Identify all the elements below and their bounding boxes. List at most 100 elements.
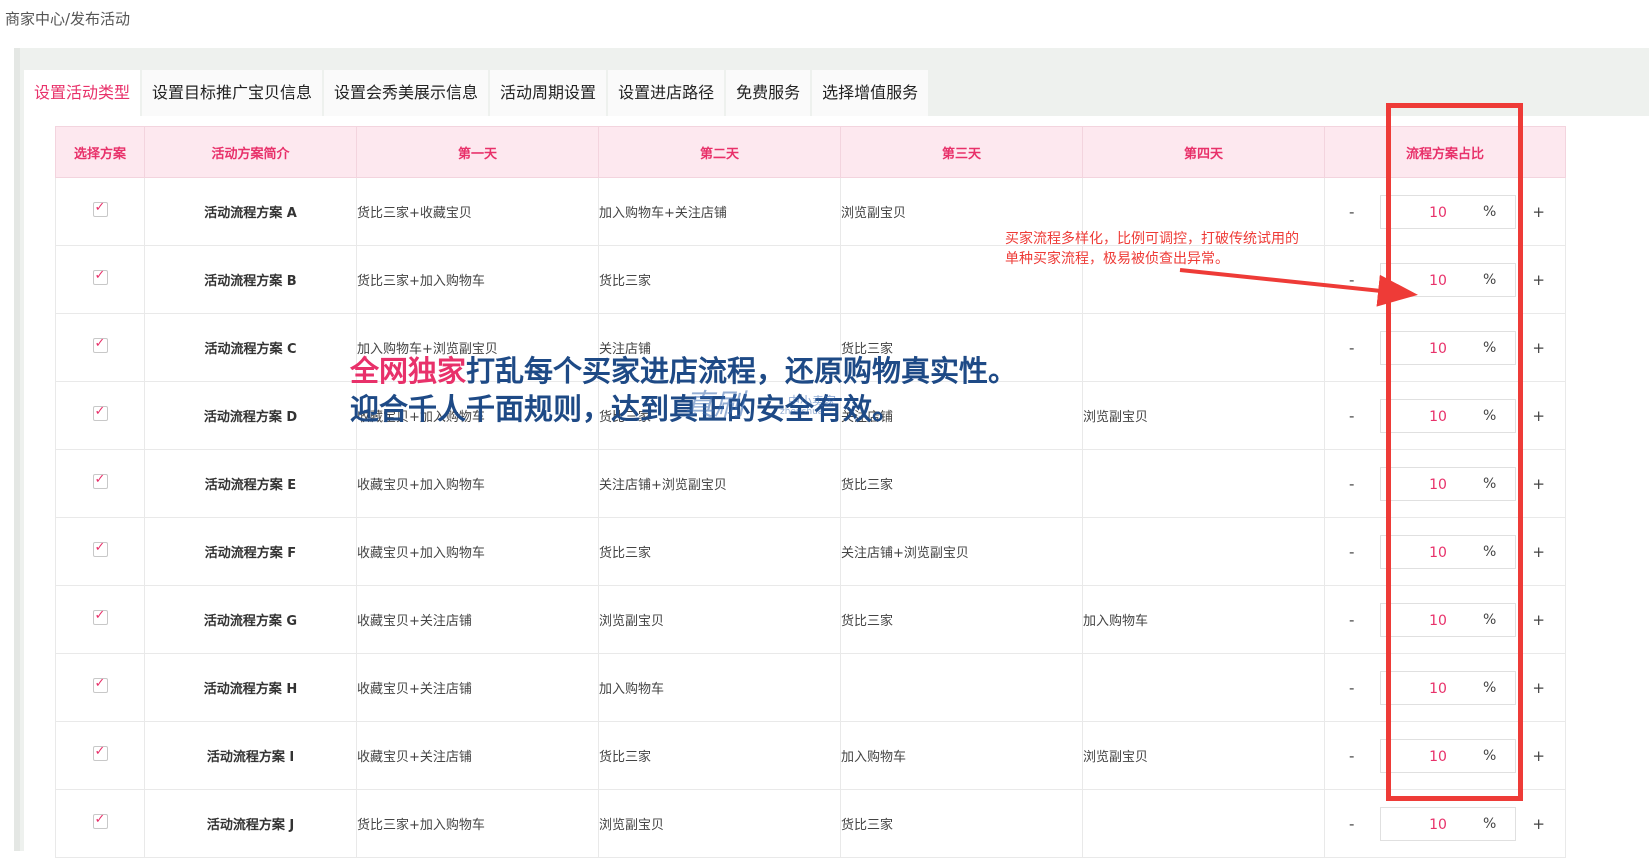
header-day-1: 第一天: [356, 126, 599, 178]
ratio-increase-button[interactable]: +: [1532, 611, 1545, 629]
ratio-input[interactable]: [1401, 337, 1475, 360]
day-2-cell: 加入购物车: [598, 653, 841, 722]
plan-checkbox[interactable]: [92, 268, 108, 285]
day-4-cell: [1082, 653, 1325, 722]
ratio-input[interactable]: [1401, 541, 1475, 564]
ratio-input[interactable]: [1401, 677, 1475, 700]
header-day-3: 第三天: [840, 126, 1083, 178]
plan-checkbox[interactable]: [92, 336, 108, 353]
ratio-cell: -% +: [1324, 245, 1566, 314]
ratio-increase-button[interactable]: +: [1532, 815, 1545, 833]
ratio-unit: %: [1483, 543, 1497, 560]
ratio-unit: %: [1483, 747, 1497, 764]
day-2-cell: 加入购物车+关注店铺: [598, 177, 841, 246]
breadcrumb: 商家中心/发布活动: [5, 10, 131, 28]
promo-line-1-rest: 打乱每个买家进店流程，还原购物真实性。: [466, 354, 1018, 388]
day-4-cell: [1082, 517, 1325, 586]
day-4-cell: 浏览副宝贝: [1082, 381, 1325, 450]
ratio-decrease-button[interactable]: -: [1349, 407, 1354, 425]
ratio-cell: -% +: [1324, 653, 1566, 722]
day-3-cell: 关注店铺+浏览副宝贝: [840, 517, 1083, 586]
table-header-row: 选择方案 活动方案简介 第一天 第二天 第三天 第四天 流程方案占比: [55, 126, 1566, 178]
plan-checkbox[interactable]: [92, 200, 108, 217]
tab-store-path[interactable]: 设置进店路径: [608, 70, 727, 116]
ratio-field: %: [1380, 194, 1516, 229]
ratio-cell: -% +: [1324, 789, 1566, 858]
plan-name: 活动流程方案 C: [144, 313, 357, 382]
plan-name: 活动流程方案 I: [144, 721, 357, 790]
select-plan-cell: [55, 381, 145, 450]
ratio-increase-button[interactable]: +: [1532, 679, 1545, 697]
plan-table-body: 活动流程方案 A货比三家+收藏宝贝加入购物车+关注店铺浏览副宝贝-%+活动流程方…: [55, 177, 1566, 858]
day-2-cell: 货比三家: [598, 517, 841, 586]
table-row: 活动流程方案 I收藏宝贝+关注店铺货比三家加入购物车浏览副宝贝 -% +: [55, 721, 1566, 790]
day-3-cell: 加入购物车: [840, 721, 1083, 790]
plan-checkbox[interactable]: [92, 812, 108, 829]
day-2-cell: 货比三家: [598, 245, 841, 314]
ratio-decrease-button[interactable]: -: [1349, 679, 1354, 697]
ratio-increase-button[interactable]: +: [1532, 407, 1545, 425]
plan-checkbox[interactable]: [92, 540, 108, 557]
day-1-cell: 收藏宝贝+加入购物车: [356, 517, 599, 586]
ratio-field: %: [1380, 602, 1516, 637]
tab-showcase-info[interactable]: 设置会秀美展示信息: [324, 70, 491, 116]
plan-name: 活动流程方案 A: [144, 177, 357, 246]
ratio-increase-button[interactable]: +: [1532, 203, 1545, 221]
ratio-field: %: [1380, 738, 1516, 773]
ratio-input[interactable]: [1401, 405, 1475, 428]
plan-checkbox[interactable]: [92, 608, 108, 625]
ratio-input[interactable]: [1401, 473, 1475, 496]
tab-free-service[interactable]: 免费服务: [726, 70, 813, 116]
ratio-input[interactable]: [1401, 269, 1475, 292]
ratio-field: %: [1380, 806, 1516, 841]
plan-checkbox[interactable]: [92, 676, 108, 693]
ratio-decrease-button[interactable]: -: [1349, 543, 1354, 561]
select-plan-cell: [55, 721, 145, 790]
ratio-decrease-button[interactable]: -: [1349, 339, 1354, 357]
day-2-cell: 货比三家: [598, 721, 841, 790]
day-1-cell: 收藏宝贝+关注店铺: [356, 653, 599, 722]
ratio-unit: %: [1483, 407, 1497, 424]
ratio-decrease-button[interactable]: -: [1349, 203, 1354, 221]
plan-name: 活动流程方案 J: [144, 789, 357, 858]
ratio-decrease-button[interactable]: -: [1349, 747, 1354, 765]
ratio-unit: %: [1483, 339, 1497, 356]
ratio-increase-button[interactable]: +: [1532, 339, 1545, 357]
tab-target-product[interactable]: 设置目标推广宝贝信息: [142, 70, 325, 116]
tab-activity-type[interactable]: 设置活动类型: [24, 70, 143, 116]
ratio-cell: -% +: [1324, 177, 1566, 246]
ratio-input[interactable]: [1401, 201, 1475, 224]
ratio-increase-button[interactable]: +: [1532, 747, 1545, 765]
table-row: 活动流程方案 B货比三家+加入购物车货比三家 -% +: [55, 245, 1566, 314]
table-row: 活动流程方案 E收藏宝贝+加入购物车关注店铺+浏览副宝贝货比三家 -% +: [55, 449, 1566, 518]
plan-checkbox[interactable]: [92, 404, 108, 421]
ratio-input[interactable]: [1401, 609, 1475, 632]
ratio-field: %: [1380, 262, 1516, 297]
ratio-decrease-button[interactable]: -: [1349, 611, 1354, 629]
ratio-increase-button[interactable]: +: [1532, 475, 1545, 493]
tab-activity-period[interactable]: 活动周期设置: [490, 70, 609, 116]
ratio-increase-button[interactable]: +: [1532, 271, 1545, 289]
ratio-unit: %: [1483, 271, 1497, 288]
ratio-unit: %: [1483, 203, 1497, 220]
ratio-input[interactable]: [1401, 745, 1475, 768]
day-2-cell: 关注店铺+浏览副宝贝: [598, 449, 841, 518]
day-1-cell: 货比三家+加入购物车: [356, 789, 599, 858]
ratio-increase-button[interactable]: +: [1532, 543, 1545, 561]
select-plan-cell: [55, 585, 145, 654]
select-plan-cell: [55, 177, 145, 246]
day-3-cell: 货比三家: [840, 789, 1083, 858]
ratio-unit: %: [1483, 475, 1497, 492]
ratio-decrease-button[interactable]: -: [1349, 475, 1354, 493]
ratio-decrease-button[interactable]: -: [1349, 271, 1354, 289]
plan-checkbox[interactable]: [92, 472, 108, 489]
ratio-input[interactable]: [1401, 813, 1475, 836]
ratio-decrease-button[interactable]: -: [1349, 815, 1354, 833]
ratio-field: %: [1380, 398, 1516, 433]
header-plan-summary: 活动方案简介: [144, 126, 357, 178]
ratio-cell: -% +: [1324, 517, 1566, 586]
tab-value-added-service[interactable]: 选择增值服务: [812, 70, 931, 116]
table-row: 活动流程方案 F收藏宝贝+加入购物车货比三家关注店铺+浏览副宝贝 -% +: [55, 517, 1566, 586]
plan-checkbox[interactable]: [92, 744, 108, 761]
select-plan-cell: [55, 245, 145, 314]
